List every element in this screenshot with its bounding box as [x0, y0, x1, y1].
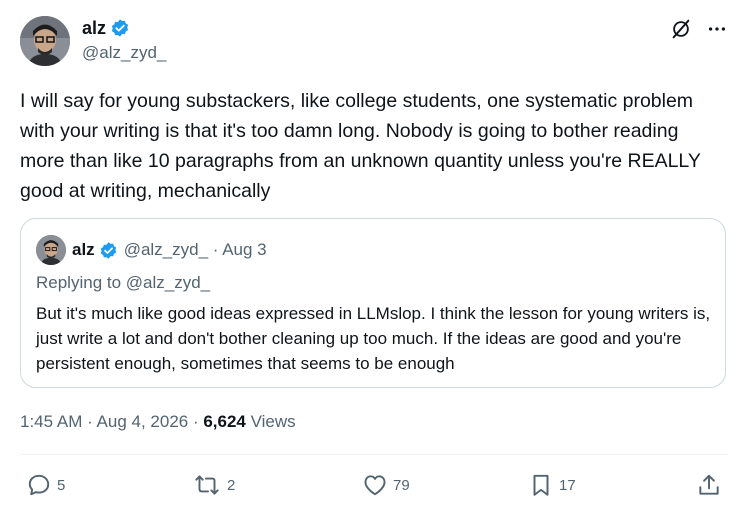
action-bar: 5 2 79 17 [0, 472, 748, 500]
like-count: 79 [393, 476, 410, 494]
divider [20, 454, 728, 455]
replying-to: Replying to @alz_zyd_ [36, 273, 211, 292]
quoted-author-name: alz [72, 240, 95, 259]
repost-button[interactable]: 2 [192, 472, 235, 498]
repost-count: 2 [227, 476, 236, 494]
quoted-author-avatar [36, 235, 66, 265]
repost-icon [195, 475, 219, 495]
author-block: alz @alz_zyd_ [82, 16, 166, 63]
bookmark-button[interactable]: 17 [528, 472, 576, 498]
more-icon[interactable] [706, 18, 728, 40]
author-handle[interactable]: @alz_zyd_ [82, 43, 166, 63]
verified-badge-icon [99, 241, 118, 260]
bookmark-icon [533, 474, 549, 496]
reply-count: 5 [57, 476, 66, 494]
views-count: 6,624 [203, 412, 246, 431]
tweet-text: I will say for young substackers, like c… [20, 90, 701, 202]
reply-button[interactable]: 5 [26, 472, 65, 498]
share-icon [699, 474, 719, 495]
quoted-tweet[interactable]: alz @alz_zyd_ · Aug 3 Replying to @alz_z… [20, 218, 726, 388]
tweet-meta: 1:45 AM · Aug 4, 2026 · 6,624 Views [20, 412, 296, 432]
like-button[interactable]: 79 [362, 472, 410, 498]
quoted-tweet-text: But it's much like good ideas expressed … [36, 304, 711, 373]
author-avatar[interactable] [20, 16, 70, 66]
timestamp[interactable]: 1:45 AM · Aug 4, 2026 · [20, 412, 203, 431]
quoted-handle-date: @alz_zyd_ · Aug 3 [123, 240, 267, 259]
author-name[interactable]: alz [82, 18, 106, 39]
reply-icon [28, 474, 50, 496]
views-label: Views [245, 412, 296, 431]
share-button[interactable] [696, 472, 722, 498]
verified-badge-icon [110, 18, 130, 38]
quoted-tweet-header: alz @alz_zyd_ · Aug 3 [36, 235, 267, 265]
heart-icon [364, 475, 386, 496]
bookmark-count: 17 [559, 476, 576, 494]
grok-icon[interactable] [670, 18, 692, 40]
tweet-top-actions [670, 18, 728, 40]
